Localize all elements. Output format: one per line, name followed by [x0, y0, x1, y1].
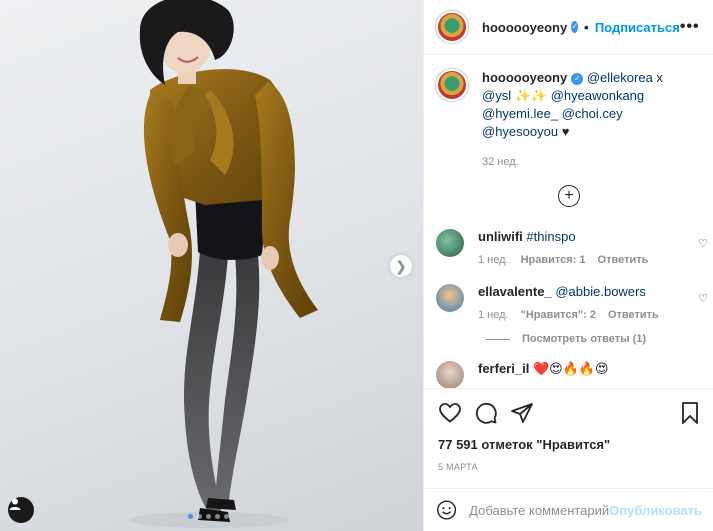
replies-line: [486, 338, 510, 340]
caption-username[interactable]: hoooooyeony: [482, 70, 567, 85]
post-actions: 77 591 отметок "Нравится" 5 МАРТА: [424, 388, 713, 472]
comment-icon[interactable]: [474, 401, 498, 425]
emoji-icon[interactable]: [436, 498, 457, 522]
comment-item: ellavalente_ @abbie.bowers 1 нед. "Нрави…: [424, 284, 713, 321]
comment-item: unliwifi #thinspo 1 нед. Нравится: 1 Отв…: [424, 229, 713, 266]
comment-heart-icon[interactable]: ♡: [698, 237, 708, 250]
view-replies-button[interactable]: Посмотреть ответы (1): [486, 333, 713, 345]
caption-mention[interactable]: @ysl: [482, 88, 511, 103]
caption-heart: ♥: [561, 124, 570, 139]
caption-mention[interactable]: @choi.cey: [562, 106, 623, 121]
comment-body: ferferi_il ❤️😍🔥🔥😍: [478, 361, 609, 388]
commenter-avatar[interactable]: [436, 284, 464, 312]
comment-item: ferferi_il ❤️😍🔥🔥😍: [424, 361, 713, 388]
caption-mention[interactable]: @hyemi.lee_: [482, 106, 558, 121]
post-caption: hoooooyeony ✓ @ellekorea x @ysl ✨✨ @hyeaw…: [424, 55, 713, 171]
verified-badge-icon: ✓: [571, 72, 584, 85]
caption-time[interactable]: 32 нед.: [482, 153, 692, 171]
separator-dot: •: [583, 19, 589, 35]
comment-text[interactable]: #thinspo: [526, 229, 575, 244]
reply-button[interactable]: Ответить: [598, 254, 649, 266]
comment-meta: 1 нед. Нравится: 1 Ответить: [478, 254, 648, 266]
comment-body: ellavalente_ @abbie.bowers 1 нед. "Нрави…: [478, 284, 659, 321]
commenter-username[interactable]: ellavalente_: [478, 284, 552, 299]
user-tag-icon: [9, 498, 21, 510]
caption-avatar[interactable]: [436, 69, 468, 101]
plus-circle-icon[interactable]: +: [558, 185, 580, 207]
caption-mention[interactable]: @hyesooyou: [482, 124, 558, 139]
share-icon[interactable]: [510, 401, 534, 425]
carousel-dot: [188, 514, 193, 519]
view-replies-label: Посмотреть ответы (1): [522, 333, 647, 345]
follow-button[interactable]: Подписаться: [595, 20, 680, 35]
caption-mention[interactable]: @hyeawonkang: [551, 88, 644, 103]
next-slide-button[interactable]: ❯: [390, 255, 412, 277]
comment-time[interactable]: 1 нед.: [478, 309, 509, 321]
bookmark-icon[interactable]: [678, 401, 702, 425]
comment-input[interactable]: [469, 502, 610, 518]
comment-likes[interactable]: Нравится: 1: [521, 254, 586, 266]
post-photo[interactable]: ❯: [0, 0, 423, 531]
load-more-comments[interactable]: +: [424, 185, 713, 207]
photo-illustration: [130, 0, 318, 528]
carousel-indicator: [188, 514, 229, 519]
caption-mention[interactable]: @ellekorea: [587, 70, 653, 85]
verified-badge-icon: ✓: [571, 21, 578, 33]
likes-count[interactable]: 77 591 отметок "Нравится": [438, 437, 702, 452]
post-sidebar: hoooooyeony ✓ • Подписаться ••• hoooooye…: [423, 0, 713, 531]
comment-likes[interactable]: "Нравится": 2: [521, 309, 596, 321]
comments-list[interactable]: hoooooyeony ✓ @ellekorea x @ysl ✨✨ @hyeaw…: [424, 55, 713, 388]
publish-button[interactable]: Опубликовать: [609, 503, 702, 518]
post-header: hoooooyeony ✓ • Подписаться •••: [424, 0, 713, 55]
carousel-dot: [206, 514, 211, 519]
more-options-button[interactable]: •••: [680, 18, 700, 36]
reply-button[interactable]: Ответить: [608, 309, 659, 321]
chevron-right-icon: ❯: [395, 257, 407, 274]
carousel-dot: [197, 514, 202, 519]
caption-word: x: [656, 70, 663, 85]
comment-body: unliwifi #thinspo 1 нед. Нравится: 1 Отв…: [478, 229, 648, 266]
comment-text[interactable]: @abbie.bowers: [555, 284, 646, 299]
commenter-username[interactable]: unliwifi: [478, 229, 523, 244]
add-comment-bar: Опубликовать: [424, 488, 713, 531]
commenter-avatar[interactable]: [436, 361, 464, 388]
action-buttons: [438, 401, 702, 425]
heart-icon[interactable]: [438, 401, 462, 425]
carousel-dot: [224, 514, 229, 519]
carousel-dot: [215, 514, 220, 519]
post-date[interactable]: 5 МАРТА: [438, 462, 702, 472]
user-tag-button[interactable]: [8, 497, 34, 523]
commenter-avatar[interactable]: [436, 229, 464, 257]
author-avatar[interactable]: [436, 11, 468, 43]
author-username[interactable]: hoooooyeony: [482, 20, 567, 35]
comment-meta: 1 нед. "Нравится": 2 Ответить: [478, 309, 659, 321]
caption-emoji: ✨✨: [514, 88, 548, 103]
comment-text: ❤️😍🔥🔥😍: [532, 361, 609, 376]
comment-time[interactable]: 1 нед.: [478, 254, 509, 266]
comment-heart-icon[interactable]: ♡: [698, 292, 708, 305]
commenter-username[interactable]: ferferi_il: [478, 361, 529, 376]
caption-text: hoooooyeony ✓ @ellekorea x @ysl ✨✨ @hyeaw…: [482, 69, 692, 171]
